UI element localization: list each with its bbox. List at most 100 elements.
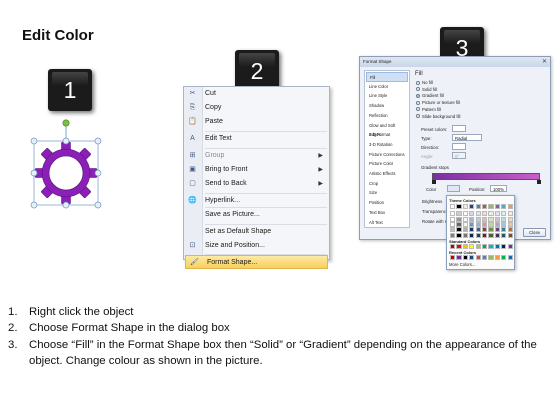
theme-color-swatch[interactable] — [488, 211, 494, 217]
color-picker-button[interactable] — [447, 185, 460, 192]
theme-color-swatch[interactable] — [450, 227, 456, 233]
theme-color-swatch[interactable] — [482, 221, 488, 227]
fill-option-pattern-fill[interactable]: Pattern fill — [416, 107, 441, 112]
menu-item-set-as-default-shape[interactable]: Set as Default Shape — [184, 225, 329, 239]
theme-color-swatch[interactable] — [462, 227, 468, 233]
direction-dropdown[interactable] — [452, 143, 466, 150]
theme-color-swatch[interactable] — [501, 232, 507, 238]
recent-color-swatch[interactable] — [494, 255, 500, 260]
theme-color-swatch[interactable] — [501, 221, 507, 227]
theme-color-swatch[interactable] — [501, 211, 507, 217]
standard-color-swatch[interactable] — [450, 244, 456, 249]
theme-color-swatch[interactable] — [507, 204, 513, 209]
theme-color-swatch[interactable] — [488, 227, 494, 233]
theme-color-swatch[interactable] — [494, 227, 500, 233]
rotate-handle[interactable] — [62, 119, 70, 127]
fill-option-gradient-fill[interactable]: Gradient fill — [416, 93, 444, 98]
gradient-stops-bar[interactable] — [432, 173, 540, 180]
gradient-stop-right[interactable] — [537, 180, 541, 184]
fill-option-solid-fill[interactable]: Solid fill — [416, 87, 437, 92]
theme-color-swatch[interactable] — [482, 232, 488, 238]
category-text-box[interactable]: Text Box — [366, 208, 408, 218]
theme-color-swatch[interactable] — [450, 204, 456, 209]
theme-color-swatch[interactable] — [462, 211, 468, 217]
theme-color-swatch[interactable] — [469, 232, 475, 238]
theme-color-swatch[interactable] — [482, 227, 488, 233]
theme-color-swatch[interactable] — [507, 232, 513, 238]
theme-color-swatch[interactable] — [462, 232, 468, 238]
menu-item-save-as-picture[interactable]: Save as Picture... — [184, 208, 329, 222]
theme-color-swatch[interactable] — [488, 221, 494, 227]
theme-color-swatch[interactable] — [475, 216, 481, 222]
theme-color-swatch[interactable] — [456, 232, 462, 238]
theme-color-swatch[interactable] — [456, 204, 462, 209]
recent-color-swatch[interactable] — [462, 255, 468, 260]
category-3-d-rotation[interactable]: 3-D Rotation — [366, 140, 408, 150]
more-colors-link[interactable]: More Colors... — [449, 262, 475, 267]
recent-color-swatch[interactable] — [456, 255, 462, 260]
theme-color-swatch[interactable] — [494, 216, 500, 222]
menu-item-copy[interactable]: ⎘ Copy — [184, 101, 329, 115]
standard-color-swatch[interactable] — [462, 244, 468, 249]
theme-color-swatch[interactable] — [488, 204, 494, 209]
theme-color-swatch[interactable] — [475, 232, 481, 238]
recent-color-swatch[interactable] — [450, 255, 456, 260]
category-shadow[interactable]: Shadow — [366, 101, 408, 111]
theme-color-swatch[interactable] — [507, 227, 513, 233]
standard-color-swatch[interactable] — [494, 244, 500, 249]
category-alt-text[interactable]: Alt Text — [366, 218, 408, 228]
theme-color-swatch[interactable] — [469, 227, 475, 233]
category-3-d-format[interactable]: 3-D Format — [366, 130, 408, 140]
theme-color-swatch[interactable] — [507, 211, 513, 217]
theme-color-swatch[interactable] — [494, 211, 500, 217]
recent-color-swatch[interactable] — [488, 255, 494, 260]
category-line-style[interactable]: Line Style — [366, 91, 408, 101]
theme-color-swatch[interactable] — [482, 204, 488, 209]
category-picture-color[interactable]: Picture Color — [366, 159, 408, 169]
theme-color-swatch[interactable] — [475, 221, 481, 227]
category-position[interactable]: Position — [366, 198, 408, 208]
theme-color-swatch[interactable] — [469, 221, 475, 227]
theme-color-swatch[interactable] — [462, 221, 468, 227]
theme-color-swatch[interactable] — [450, 221, 456, 227]
theme-color-swatch[interactable] — [469, 216, 475, 222]
angle-field[interactable]: 0° — [452, 152, 466, 159]
close-button[interactable]: Close — [523, 228, 546, 237]
selected-gear-shape[interactable] — [26, 117, 126, 217]
recent-color-swatch[interactable] — [469, 255, 475, 260]
theme-color-swatch[interactable] — [488, 232, 494, 238]
menu-item-cut[interactable]: ✂ Cut — [184, 87, 329, 101]
theme-color-swatch[interactable] — [469, 204, 475, 209]
theme-color-swatch[interactable] — [501, 204, 507, 209]
recent-color-swatch[interactable] — [482, 255, 488, 260]
type-dropdown[interactable]: Radial — [452, 134, 482, 141]
gradient-stop-left[interactable] — [432, 180, 436, 184]
menu-item-size-and-position[interactable]: ⊡ Size and Position... — [184, 239, 329, 253]
theme-color-swatch[interactable] — [488, 216, 494, 222]
theme-color-swatch[interactable] — [456, 216, 462, 222]
standard-color-swatch[interactable] — [475, 244, 481, 249]
recent-color-swatch[interactable] — [507, 255, 513, 260]
theme-color-swatch[interactable] — [450, 232, 456, 238]
radio-icon[interactable] — [416, 80, 420, 85]
category-line-color[interactable]: Line Color — [366, 82, 408, 92]
theme-color-swatch[interactable] — [494, 204, 500, 209]
standard-color-swatch[interactable] — [488, 244, 494, 249]
menu-item-format-shape[interactable]: 🖌 Format Shape... — [185, 255, 328, 269]
position-field[interactable]: 100% — [490, 185, 507, 192]
category-crop[interactable]: Crop — [366, 179, 408, 189]
theme-color-swatch[interactable] — [482, 216, 488, 222]
theme-color-swatch[interactable] — [469, 211, 475, 217]
fill-option-no-fill[interactable]: No fill — [416, 80, 433, 85]
theme-color-swatch[interactable] — [475, 227, 481, 233]
theme-color-swatch[interactable] — [462, 216, 468, 222]
standard-color-swatch[interactable] — [482, 244, 488, 249]
menu-item-edit-text[interactable]: A Edit Text — [184, 132, 329, 146]
category-artistic-effects[interactable]: Artistic Effects — [366, 169, 408, 179]
category-size[interactable]: Size — [366, 188, 408, 198]
theme-color-swatch[interactable] — [456, 211, 462, 217]
theme-color-swatch[interactable] — [450, 216, 456, 222]
category-fill[interactable]: Fill — [366, 72, 408, 82]
menu-item-send-to-back[interactable]: ▢ Send to Back ▶ — [184, 177, 329, 191]
theme-color-swatch[interactable] — [462, 204, 468, 209]
